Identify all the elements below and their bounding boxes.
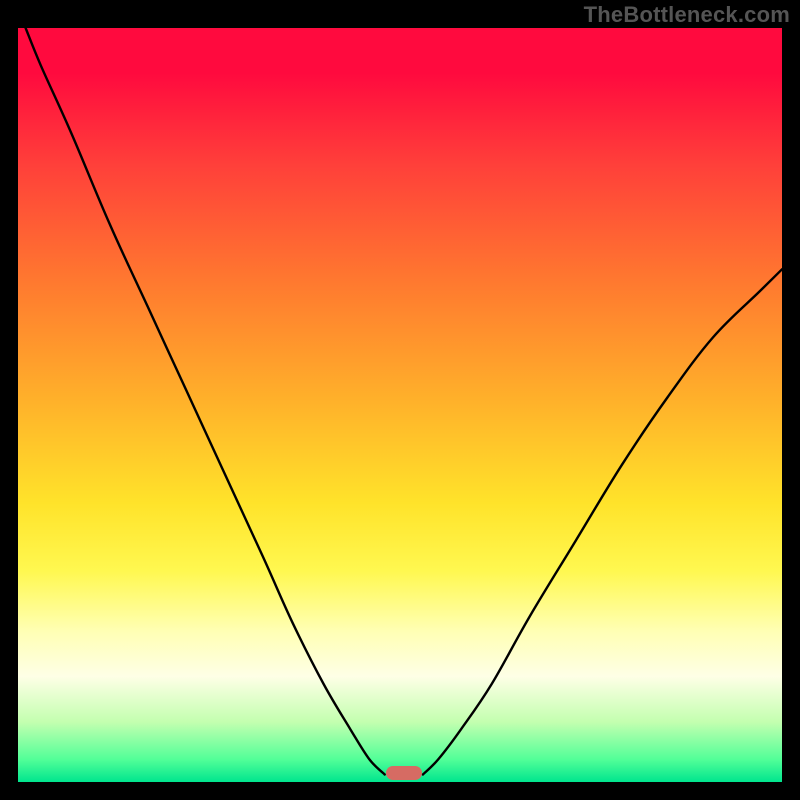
- plot-area: [18, 28, 782, 782]
- chart-stage: TheBottleneck.com: [0, 0, 800, 800]
- curve-left-branch: [26, 28, 385, 775]
- curve-right-branch: [423, 269, 782, 774]
- bottleneck-curve: [18, 28, 782, 782]
- watermark-text: TheBottleneck.com: [584, 2, 790, 28]
- minimum-marker: [386, 766, 422, 780]
